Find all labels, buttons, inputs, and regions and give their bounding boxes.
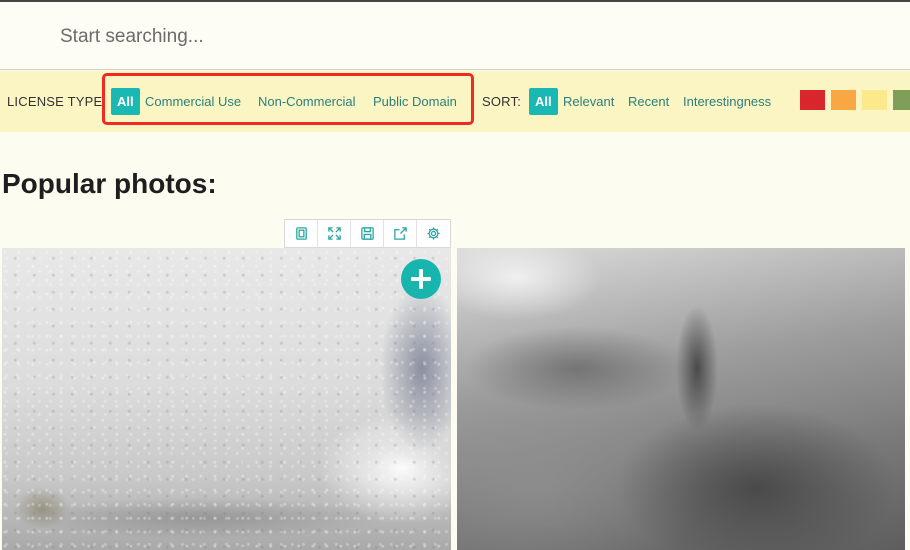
- photo-card-airplane[interactable]: [2, 248, 451, 550]
- section-title: Popular photos:: [2, 168, 217, 199]
- sort-all-button[interactable]: All: [529, 88, 558, 115]
- sort-relevant-link[interactable]: Relevant: [563, 94, 614, 109]
- photo-toolbar: [284, 219, 451, 248]
- search-input[interactable]: [60, 20, 880, 54]
- add-to-collection-plus-icon[interactable]: [401, 259, 441, 299]
- license-all-button[interactable]: All: [111, 88, 140, 115]
- save-icon[interactable]: [351, 220, 384, 247]
- settings-icon[interactable]: [417, 220, 450, 247]
- color-swatch-red[interactable]: [800, 90, 825, 110]
- color-swatch-green[interactable]: [893, 90, 910, 110]
- license-commercial-use-link[interactable]: Commercial Use: [145, 94, 241, 109]
- photo-card-plant[interactable]: [457, 248, 905, 550]
- color-swatch-orange[interactable]: [831, 90, 856, 110]
- collection-icon[interactable]: [285, 220, 318, 247]
- sort-label: SORT:: [482, 94, 522, 109]
- license-type-label: LICENSE TYPE:: [7, 94, 107, 109]
- license-public-domain-link[interactable]: Public Domain: [373, 94, 457, 109]
- sort-interestingness-link[interactable]: Interestingness: [683, 94, 771, 109]
- search-bar: [0, 2, 910, 70]
- sort-recent-link[interactable]: Recent: [628, 94, 669, 109]
- license-non-commercial-link[interactable]: Non-Commercial: [258, 94, 356, 109]
- fullscreen-icon[interactable]: [318, 220, 351, 247]
- filter-bar: LICENSE TYPE: All Commercial Use Non-Com…: [0, 71, 910, 132]
- color-swatch-yellow[interactable]: [862, 90, 887, 110]
- share-icon[interactable]: [384, 220, 417, 247]
